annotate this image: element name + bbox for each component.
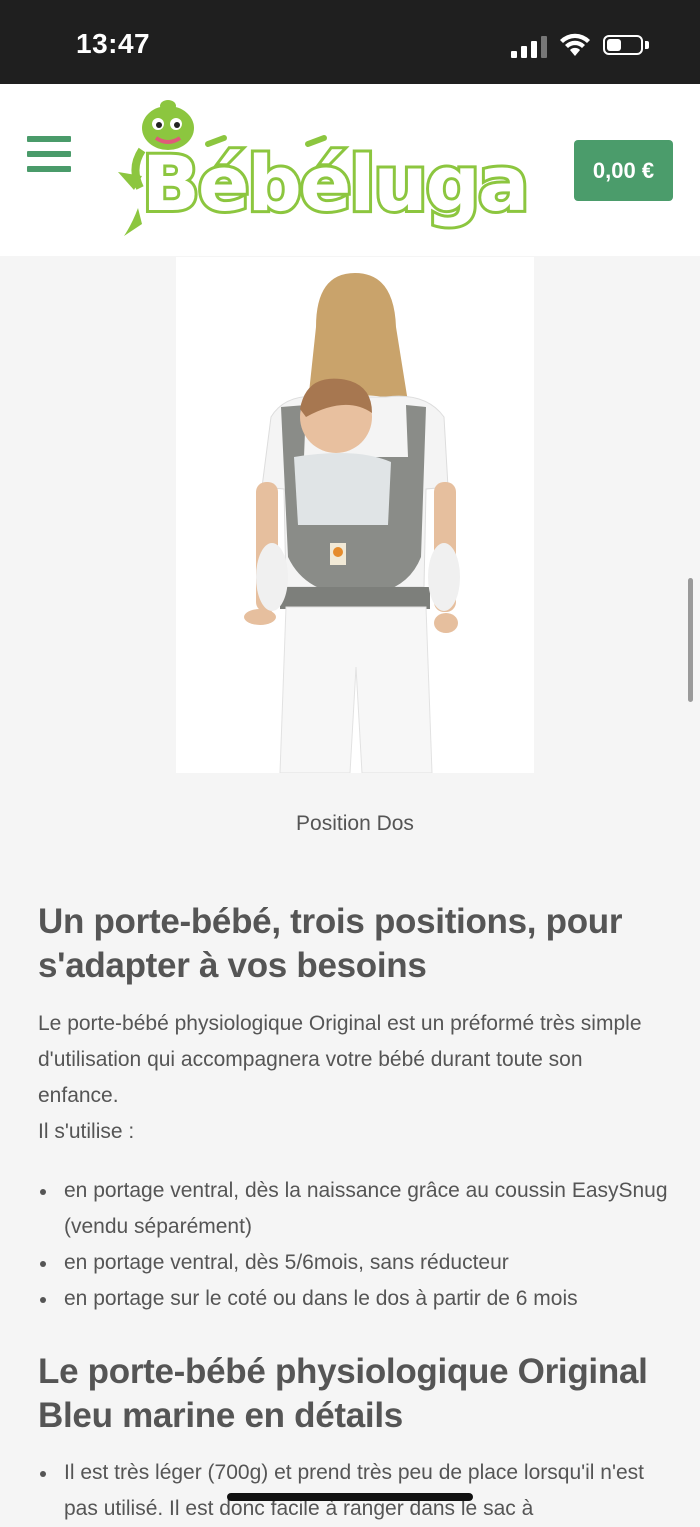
usage-label: Il s'utilise : [38, 1120, 135, 1143]
logo-text: Bébéluga [139, 139, 532, 228]
list-item: en portage ventral, dès la naissance grâ… [38, 1173, 668, 1245]
usage-list: en portage ventral, dès la naissance grâ… [38, 1173, 668, 1317]
list-item: en portage sur le coté ou dans le dos à … [38, 1281, 668, 1317]
cart-button[interactable]: 0,00 € [574, 140, 673, 201]
product-image [176, 257, 534, 773]
section-title-positions: Un porte-bébé, trois positions, pour s'a… [38, 902, 623, 985]
list-item: en portage ventral, dès 5/6mois, sans ré… [38, 1245, 668, 1281]
site-logo[interactable]: Bébéluga [112, 98, 532, 244]
section-title-details: Le porte-bébé physiologique Original Ble… [38, 1352, 648, 1435]
site-header: Bébéluga 0,00 € [0, 84, 700, 256]
cellular-signal-icon [511, 36, 547, 58]
details-list: Il est très léger (700g) et prend très p… [38, 1455, 668, 1527]
image-caption: Position Dos [296, 812, 414, 835]
battery-tip [645, 41, 649, 49]
menu-icon[interactable] [27, 136, 71, 174]
status-time: 13:47 [76, 28, 151, 59]
status-bar: 13:47 [0, 0, 700, 84]
home-indicator[interactable] [227, 1493, 473, 1501]
list-item: Il est très léger (700g) et prend très p… [38, 1455, 668, 1527]
scrollbar[interactable] [688, 578, 693, 702]
wifi-icon [560, 33, 590, 56]
baby-carrier-photo [244, 273, 460, 773]
intro-paragraph: Le porte-bébé physiologique Original est… [38, 1012, 642, 1107]
battery-icon [603, 35, 643, 55]
